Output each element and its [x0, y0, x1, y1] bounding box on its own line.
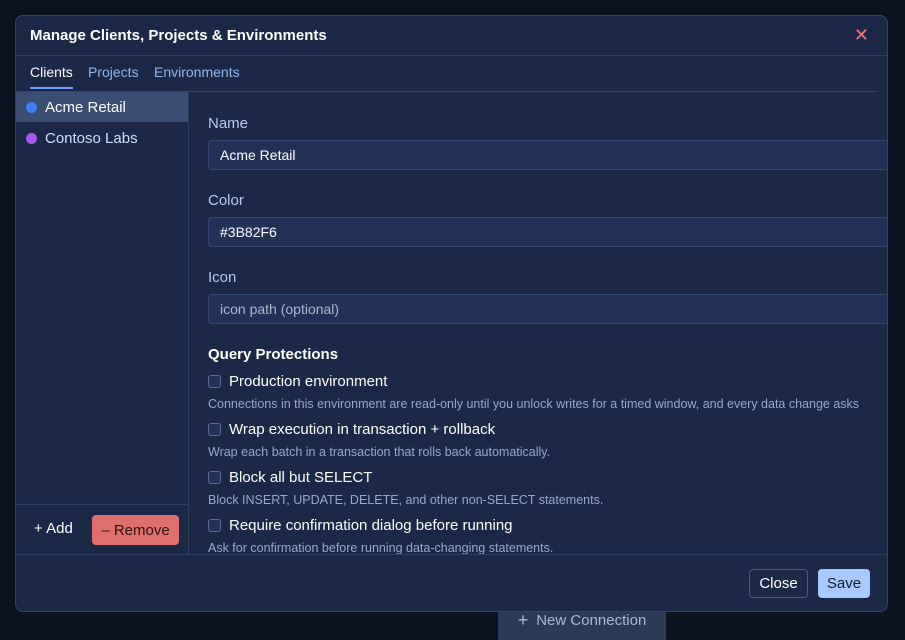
remove-client-button[interactable]: – Remove	[92, 515, 179, 545]
icon-label: Icon	[208, 269, 237, 286]
client-name: Acme Retail	[45, 98, 126, 116]
client-list: Acme Retail Contoso Labs	[16, 92, 189, 554]
icon-path-field[interactable]: icon path (optional)	[208, 294, 887, 324]
tab-environments[interactable]: Environments	[154, 64, 240, 87]
production-environment-checkbox[interactable]: Production environment	[208, 373, 387, 390]
checkbox-icon	[208, 471, 221, 484]
option-label: Production environment	[229, 373, 388, 390]
client-color-dot	[26, 132, 37, 144]
client-form: Name Acme Retail Color #3B82F6 Icon icon…	[189, 92, 887, 554]
block-non-select-checkbox[interactable]: Block all but SELECT	[208, 469, 372, 486]
dialog-header: Manage Clients, Projects & Environments …	[16, 16, 887, 56]
close-icon[interactable]: ✕	[854, 25, 869, 45]
client-item-contoso-labs[interactable]: Contoso Labs	[16, 123, 188, 153]
wrap-transaction-checkbox[interactable]: Wrap execution in transaction + rollback	[208, 421, 495, 438]
option-description: Connections in this environment are read…	[208, 397, 860, 411]
client-name: Contoso Labs	[45, 129, 138, 147]
dialog-footer: Close Save	[16, 554, 887, 611]
option-label: Require confirmation dialog before runni…	[229, 517, 513, 534]
plus-icon: +	[517, 609, 529, 630]
manage-dialog: Manage Clients, Projects & Environments …	[15, 15, 888, 612]
checkbox-icon	[208, 375, 221, 388]
sidebar-footer: + Add – Remove	[16, 504, 188, 554]
option-description: Wrap each batch in a transaction that ro…	[208, 445, 551, 459]
require-confirmation-checkbox[interactable]: Require confirmation dialog before runni…	[208, 517, 513, 534]
checkbox-icon	[208, 519, 221, 532]
add-client-button[interactable]: + Add	[34, 520, 73, 537]
save-button[interactable]: Save	[818, 569, 870, 598]
option-label: Block all but SELECT	[229, 469, 373, 486]
tab-clients[interactable]: Clients	[30, 64, 73, 89]
close-button[interactable]: Close	[749, 569, 808, 598]
client-color-dot	[26, 101, 37, 113]
color-field[interactable]: #3B82F6	[208, 217, 887, 247]
name-field[interactable]: Acme Retail	[208, 140, 887, 170]
option-description: Ask for confirmation before running data…	[208, 541, 554, 554]
query-protections-heading: Query Protections	[208, 346, 339, 363]
new-connection-label: New Connection	[536, 611, 647, 629]
tab-projects[interactable]: Projects	[88, 64, 139, 87]
dialog-title: Manage Clients, Projects & Environments	[30, 27, 327, 44]
option-label: Wrap execution in transaction + rollback	[229, 421, 496, 438]
client-item-acme-retail[interactable]: Acme Retail	[16, 92, 188, 122]
color-label: Color	[208, 192, 244, 209]
name-label: Name	[208, 115, 249, 132]
option-description: Block INSERT, UPDATE, DELETE, and other …	[208, 493, 604, 507]
tab-bar: Clients Projects Environments	[16, 56, 876, 92]
checkbox-icon	[208, 423, 221, 436]
